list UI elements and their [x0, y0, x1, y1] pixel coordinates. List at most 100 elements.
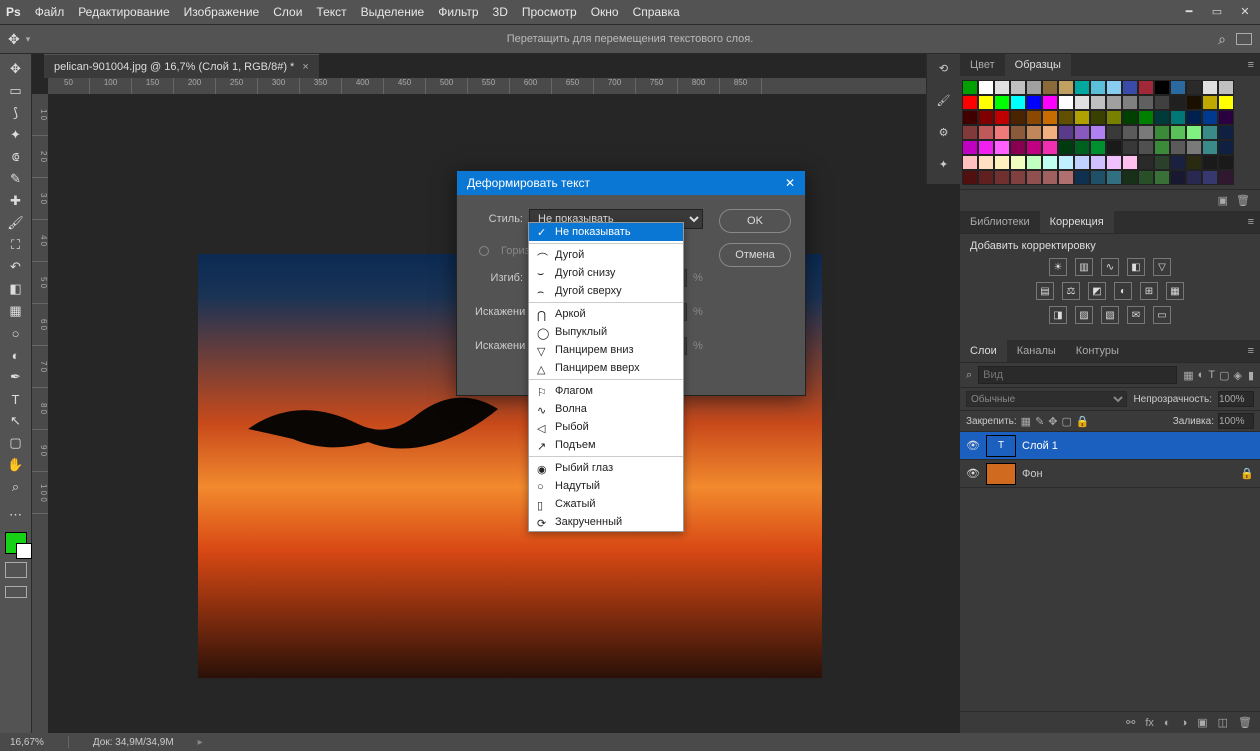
lock-artboard-icon[interactable]: ▢	[1062, 415, 1072, 428]
layer-row-background[interactable]: 👁 Фон 🔒	[960, 460, 1260, 488]
filter-toggle-icon[interactable]: ▮	[1248, 369, 1254, 382]
swatch-item[interactable]	[1042, 140, 1058, 155]
blur-tool[interactable]: ○	[3, 322, 29, 344]
dd-arc-upper[interactable]: ⌢Дугой сверху	[529, 282, 683, 300]
brushes-panel-icon[interactable]: 🖌	[934, 94, 954, 114]
dd-twist[interactable]: ⟳Закрученный	[529, 513, 683, 531]
dd-fish[interactable]: ◁Рыбой	[529, 418, 683, 436]
layer-row-text[interactable]: 👁 T Слой 1	[960, 432, 1260, 460]
swatch-item[interactable]	[1154, 95, 1170, 110]
swatch-item[interactable]	[962, 110, 978, 125]
swatch-item[interactable]	[1154, 80, 1170, 95]
dd-flag[interactable]: ⚐Флагом	[529, 382, 683, 400]
type-tool[interactable]: T	[3, 388, 29, 410]
close-icon[interactable]: ✕	[1236, 5, 1254, 19]
swatch-item[interactable]	[1074, 170, 1090, 185]
dd-squeeze[interactable]: ▯Сжатый	[529, 495, 683, 513]
swatch-item[interactable]	[1074, 95, 1090, 110]
swatch-item[interactable]	[1010, 155, 1026, 170]
dd-shell-lower[interactable]: ▽Панцирем вниз	[529, 341, 683, 359]
mask-icon[interactable]: ◐	[1164, 717, 1171, 729]
menu-filter[interactable]: Фильтр	[438, 5, 478, 19]
opacity-input[interactable]	[1218, 391, 1254, 407]
photo-filter-icon[interactable]: ◐	[1114, 282, 1132, 300]
swatch-item[interactable]	[1042, 80, 1058, 95]
quickmask-icon[interactable]	[5, 562, 27, 578]
exposure-icon[interactable]: ◧	[1127, 258, 1145, 276]
swatch-item[interactable]	[994, 110, 1010, 125]
heal-tool[interactable]: ✚	[3, 190, 29, 212]
dd-arc[interactable]: ⌒Дугой	[529, 246, 683, 264]
menu-window[interactable]: Окно	[591, 5, 619, 19]
swatch-item[interactable]	[1074, 80, 1090, 95]
dd-fisheye[interactable]: ◉Рыбий глаз	[529, 459, 683, 477]
swatch-item[interactable]	[994, 140, 1010, 155]
new-layer-icon[interactable]: ◫	[1218, 716, 1228, 729]
dialog-close-icon[interactable]: ✕	[785, 176, 795, 190]
swatch-item[interactable]	[994, 80, 1010, 95]
close-tab-icon[interactable]: ×	[302, 61, 308, 73]
dd-arc-lower[interactable]: ⌣Дугой снизу	[529, 264, 683, 282]
dd-inflate[interactable]: ○Надутый	[529, 477, 683, 495]
swatch-item[interactable]	[1058, 140, 1074, 155]
swatch-item[interactable]	[1218, 95, 1234, 110]
swatch-item[interactable]	[1138, 140, 1154, 155]
filter-adjust-icon[interactable]: ◐	[1198, 369, 1205, 382]
dd-shell-upper[interactable]: △Панцирем вверх	[529, 359, 683, 377]
swatch-item[interactable]	[994, 125, 1010, 140]
tab-color[interactable]: Цвет	[960, 54, 1005, 76]
swatch-item[interactable]	[1170, 140, 1186, 155]
swatch-item[interactable]	[1074, 140, 1090, 155]
tab-paths[interactable]: Контуры	[1066, 340, 1129, 362]
swatch-item[interactable]	[1170, 110, 1186, 125]
menu-edit[interactable]: Редактирование	[78, 5, 169, 19]
swatch-item[interactable]	[1202, 170, 1218, 185]
swatch-item[interactable]	[1186, 155, 1202, 170]
curves-icon[interactable]: ∿	[1101, 258, 1119, 276]
search-icon[interactable]: ⌕	[1218, 31, 1226, 48]
swatch-item[interactable]	[1106, 110, 1122, 125]
swatch-item[interactable]	[1186, 95, 1202, 110]
swatch-item[interactable]	[962, 125, 978, 140]
swatch-item[interactable]	[1074, 155, 1090, 170]
swatch-item[interactable]	[1042, 125, 1058, 140]
swatch-item[interactable]	[1106, 140, 1122, 155]
dd-wave[interactable]: ∿Волна	[529, 400, 683, 418]
visibility-icon[interactable]: 👁	[966, 467, 980, 480]
swatch-item[interactable]	[1090, 155, 1106, 170]
crop-tool[interactable]: ⟃	[3, 146, 29, 168]
swatch-item[interactable]	[1090, 80, 1106, 95]
cancel-button[interactable]: Отмена	[719, 243, 791, 267]
swatch-item[interactable]	[962, 80, 978, 95]
menu-3d[interactable]: 3D	[493, 5, 508, 19]
tab-channels[interactable]: Каналы	[1007, 340, 1066, 362]
swatch-item[interactable]	[978, 80, 994, 95]
swatch-item[interactable]	[1026, 140, 1042, 155]
swatch-item[interactable]	[1138, 155, 1154, 170]
swatch-item[interactable]	[1106, 125, 1122, 140]
swatch-item[interactable]	[1138, 170, 1154, 185]
swatch-item[interactable]	[1154, 155, 1170, 170]
posterize-icon[interactable]: ▨	[1075, 306, 1093, 324]
swatch-item[interactable]	[1090, 125, 1106, 140]
swatch-item[interactable]	[1058, 155, 1074, 170]
invert-icon[interactable]: ◨	[1049, 306, 1067, 324]
pen-tool[interactable]: ✒	[3, 366, 29, 388]
swatch-item[interactable]	[1026, 95, 1042, 110]
swatch-item[interactable]	[1058, 110, 1074, 125]
vibrance-icon[interactable]: ▤	[1036, 282, 1054, 300]
menu-layers[interactable]: Слои	[273, 5, 302, 19]
layer-filter-input[interactable]	[978, 366, 1177, 384]
filter-pixel-icon[interactable]: ▦	[1183, 369, 1193, 382]
tab-layers[interactable]: Слои	[960, 340, 1007, 362]
minimize-icon[interactable]: ━	[1180, 5, 1198, 19]
actions-panel-icon[interactable]: ✦	[934, 158, 954, 178]
swatch-item[interactable]	[994, 155, 1010, 170]
swatch-item[interactable]	[1074, 110, 1090, 125]
swatch-item[interactable]	[1202, 140, 1218, 155]
selective-color-icon[interactable]: ✉	[1127, 306, 1145, 324]
channel-mixer-icon[interactable]: ⊞	[1140, 282, 1158, 300]
group-icon[interactable]: ▣	[1197, 716, 1207, 729]
swatch-item[interactable]	[1202, 80, 1218, 95]
link-layers-icon[interactable]: ⚯	[1126, 716, 1135, 729]
